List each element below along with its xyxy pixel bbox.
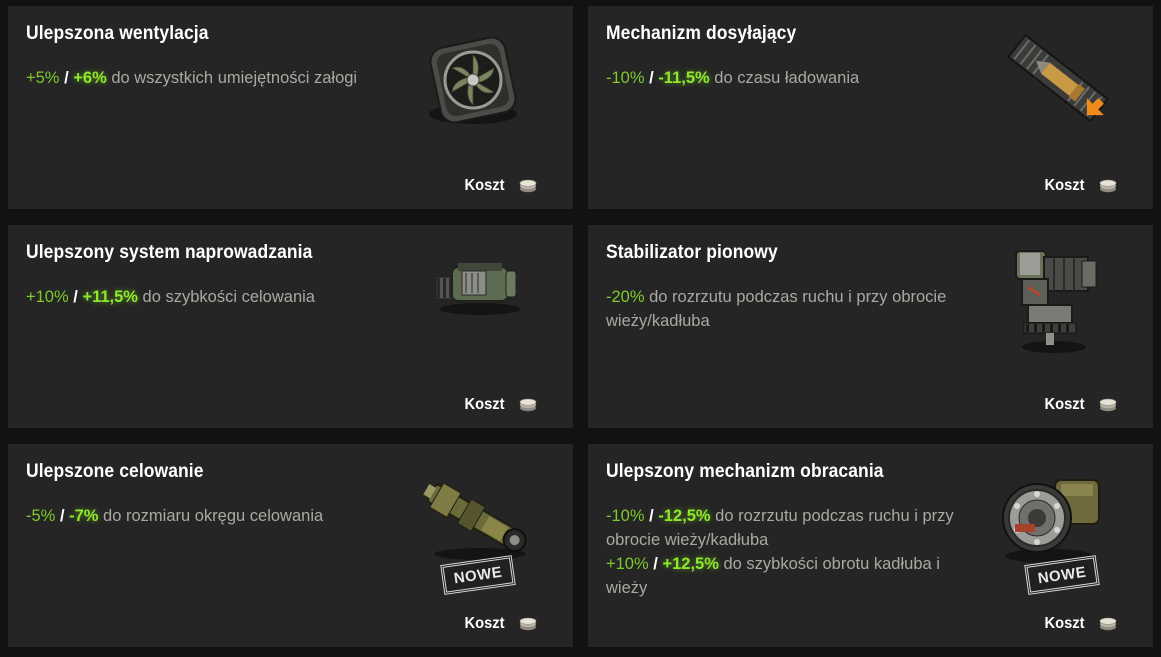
cost-row: Koszt: [461, 615, 537, 633]
improved-bonus-value: +11,5%: [82, 288, 138, 306]
card-description: -5% / -7% do rozmiaru okręgu celowania: [26, 504, 396, 528]
ventilation-fan-icon: [429, 36, 517, 124]
bonus-description-continued: obrocie wieży/kadłuba: [606, 531, 769, 549]
bonus-description: do szybkości obrotu kadłuba i: [718, 555, 940, 573]
credits-coin-icon: [1099, 617, 1117, 631]
equipment-card-improved-aiming: Ulepszone celowanie -5% / -7% do rozmiar…: [8, 444, 573, 647]
improved-bonus-value: -12,5%: [658, 507, 711, 525]
card-description: +10% / +11,5% do szybkości celowania: [26, 285, 396, 309]
bonus-description: do rozrzutu podczas ruchu i przy: [710, 507, 954, 525]
bonus-description: do wszystkich umiejętności załogi: [106, 69, 358, 87]
aiming-device-icon: [423, 482, 527, 560]
gun-laying-drive-icon: [435, 263, 520, 315]
base-bonus-value: -10%: [606, 507, 645, 525]
card-title: Ulepszone celowanie: [26, 461, 204, 482]
card-description: -20% do rozrzutu podczas ruchu i przy ob…: [606, 285, 976, 333]
bonus-description-continued: wieży/kadłuba: [606, 312, 710, 330]
equipment-card-rammer: Mechanizm dosyłający -10% / -11,5% do cz…: [588, 6, 1153, 209]
cost-row: Koszt: [1041, 615, 1117, 633]
card-description: -10% / -12,5% do rozrzutu podczas ruchu …: [606, 504, 976, 600]
bonus-description: do rozmiaru okręgu celowania: [98, 507, 324, 525]
card-title: Ulepszony system naprowadzania: [26, 242, 313, 263]
cost-label: Koszt: [1044, 396, 1085, 413]
base-bonus-value: +10%: [606, 555, 649, 573]
base-bonus-value: -20%: [606, 288, 645, 306]
cost-row: Koszt: [1041, 177, 1117, 195]
equipment-card-improved-gun-laying-drive: Ulepszony system naprowadzania +10% / +1…: [8, 225, 573, 428]
value-separator: /: [59, 507, 65, 525]
value-separator: /: [649, 507, 654, 525]
cost-label: Koszt: [464, 177, 505, 194]
bonus-description: do szybkości celowania: [137, 288, 315, 306]
improved-bonus-value: +12,5%: [662, 555, 719, 573]
card-description: +5% / +6% do wszystkich umiejętności zał…: [26, 66, 396, 90]
credits-coin-icon: [519, 617, 537, 631]
turret-traverse-icon: [1002, 479, 1100, 563]
vertical-stabilizer-icon: [1015, 250, 1097, 353]
base-bonus-value: +5%: [26, 69, 60, 87]
equipment-card-improved-traverse-mechanism: Ulepszony mechanizm obracania -10% / -12…: [588, 444, 1153, 647]
credits-coin-icon: [1099, 179, 1117, 193]
rammer-shell-icon: [1007, 33, 1109, 123]
card-title: Stabilizator pionowy: [606, 242, 778, 263]
card-title: Ulepszona wentylacja: [26, 23, 209, 44]
value-separator: /: [73, 288, 78, 306]
bonus-description-continued: wieży: [606, 579, 648, 597]
cost-label: Koszt: [1044, 177, 1085, 194]
cost-row: Koszt: [461, 177, 537, 195]
cost-label: Koszt: [464, 396, 505, 413]
improved-bonus-value: -7%: [69, 507, 99, 525]
cost-label: Koszt: [1044, 615, 1085, 632]
value-separator: /: [653, 555, 658, 573]
value-separator: /: [649, 69, 654, 87]
bonus-description: do czasu ładowania: [709, 69, 860, 87]
improved-bonus-value: -11,5%: [658, 69, 710, 87]
base-bonus-value: -10%: [606, 69, 645, 87]
credits-coin-icon: [519, 398, 537, 412]
bonus-description: do rozrzutu podczas ruchu i przy obrocie: [644, 288, 947, 306]
credits-coin-icon: [519, 179, 537, 193]
equipment-card-improved-ventilation: Ulepszona wentylacja +5% / +6% do wszyst…: [8, 6, 573, 209]
value-separator: /: [64, 69, 69, 87]
equipment-card-vertical-stabilizer: Stabilizator pionowy -20% do rozrzutu po…: [588, 225, 1153, 428]
base-bonus-value: +10%: [26, 288, 69, 306]
card-title: Ulepszony mechanizm obracania: [606, 461, 884, 482]
cost-row: Koszt: [461, 396, 537, 414]
cost-row: Koszt: [1041, 396, 1117, 414]
cost-label: Koszt: [464, 615, 505, 632]
credits-coin-icon: [1099, 398, 1117, 412]
base-bonus-value: -5%: [26, 507, 56, 525]
card-title: Mechanizm dosyłający: [606, 23, 797, 44]
card-description: -10% / -11,5% do czasu ładowania: [606, 66, 976, 90]
improved-bonus-value: +6%: [73, 69, 107, 87]
